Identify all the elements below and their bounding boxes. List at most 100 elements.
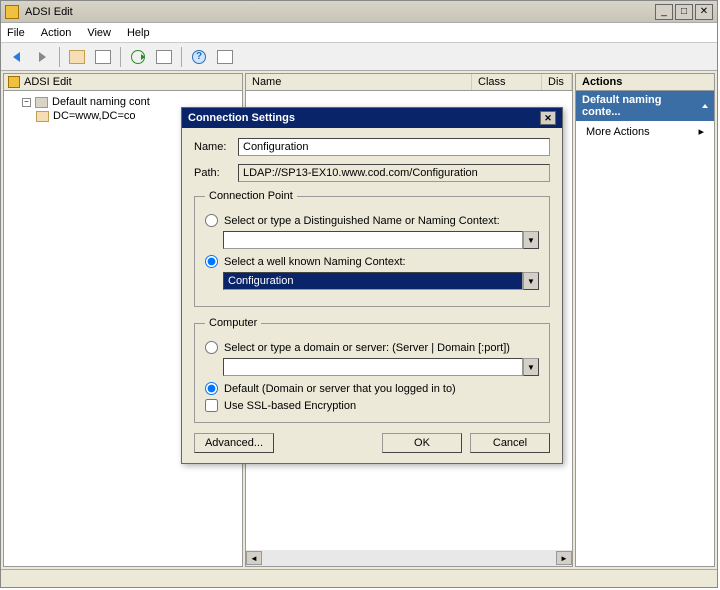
cp-radio-dn[interactable] bbox=[205, 214, 218, 227]
name-label: Name: bbox=[194, 141, 230, 153]
connection-point-group: Connection Point Select or type a Distin… bbox=[194, 190, 550, 307]
comp-radio-default[interactable] bbox=[205, 382, 218, 395]
actions-section-label: Default naming conte... bbox=[582, 94, 702, 118]
menu-file[interactable]: File bbox=[7, 27, 25, 39]
adsi-icon bbox=[8, 76, 20, 88]
container-icon bbox=[35, 97, 48, 108]
name-row: Name: bbox=[194, 138, 550, 156]
refresh-icon bbox=[131, 50, 145, 64]
tree-header: ADSI Edit bbox=[4, 74, 242, 91]
comp-server-combo[interactable]: ▼ bbox=[223, 358, 539, 376]
cp-dn-input[interactable] bbox=[223, 231, 523, 249]
list-header: Name Class Dis bbox=[246, 74, 572, 91]
actions-header: Actions bbox=[576, 74, 714, 91]
dialog-close-button[interactable]: ✕ bbox=[540, 111, 556, 125]
app-icon bbox=[5, 5, 19, 19]
ssl-row: Use SSL-based Encryption bbox=[205, 399, 539, 412]
path-input bbox=[238, 164, 550, 182]
toolbar-separator bbox=[120, 47, 121, 67]
col-name[interactable]: Name bbox=[246, 74, 472, 90]
ssl-checkbox[interactable] bbox=[205, 399, 218, 412]
comp-radio-select[interactable] bbox=[205, 341, 218, 354]
computer-legend: Computer bbox=[205, 317, 261, 329]
tree-node-label: DC=www,DC=co bbox=[53, 110, 136, 122]
path-row: Path: bbox=[194, 164, 550, 182]
back-button[interactable] bbox=[5, 46, 27, 68]
comp-radio-default-label: Default (Domain or server that you logge… bbox=[224, 383, 456, 395]
tree-node-label: Default naming cont bbox=[52, 96, 150, 108]
main-window: ADSI Edit _ □ ✕ File Action View Help ? … bbox=[0, 0, 718, 588]
path-label: Path: bbox=[194, 167, 230, 179]
cp-radio-wellknown-label: Select a well known Naming Context: bbox=[224, 256, 406, 268]
more-actions-item[interactable]: More Actions ▸ bbox=[576, 121, 714, 142]
more-actions-label: More Actions bbox=[586, 126, 650, 138]
comp-radio-default-row: Default (Domain or server that you logge… bbox=[205, 382, 539, 395]
dialog-title: Connection Settings bbox=[188, 112, 295, 124]
forward-button[interactable] bbox=[31, 46, 53, 68]
pane-icon bbox=[95, 50, 111, 64]
scroll-left-button[interactable]: ◄ bbox=[246, 551, 262, 565]
export-icon bbox=[156, 50, 172, 64]
comp-radio-select-label: Select or type a domain or server: (Serv… bbox=[224, 342, 510, 354]
menu-view[interactable]: View bbox=[87, 27, 111, 39]
menu-action[interactable]: Action bbox=[41, 27, 72, 39]
cp-radio-wellknown[interactable] bbox=[205, 255, 218, 268]
ok-button[interactable]: OK bbox=[382, 433, 462, 453]
cp-dn-combo[interactable]: ▼ bbox=[223, 231, 539, 249]
dialog-titlebar: Connection Settings ✕ bbox=[182, 108, 562, 128]
advanced-button[interactable]: Advanced... bbox=[194, 433, 274, 453]
properties-icon bbox=[217, 50, 233, 64]
ssl-label: Use SSL-based Encryption bbox=[224, 400, 356, 412]
window-title: ADSI Edit bbox=[25, 6, 655, 18]
col-dn[interactable]: Dis bbox=[542, 74, 572, 90]
export-button[interactable] bbox=[153, 46, 175, 68]
expander-icon[interactable]: − bbox=[22, 98, 31, 107]
titlebar: ADSI Edit _ □ ✕ bbox=[1, 1, 717, 23]
refresh-button[interactable] bbox=[127, 46, 149, 68]
menu-help[interactable]: Help bbox=[127, 27, 150, 39]
folder-icon bbox=[36, 111, 49, 122]
cp-radio-wellknown-row: Select a well known Naming Context: bbox=[205, 255, 539, 268]
cp-wellknown-value[interactable]: Configuration bbox=[223, 272, 523, 290]
folder-up-icon bbox=[69, 50, 85, 64]
name-input[interactable] bbox=[238, 138, 550, 156]
minimize-button[interactable]: _ bbox=[655, 4, 673, 20]
cancel-button[interactable]: Cancel bbox=[470, 433, 550, 453]
toolbar-separator bbox=[59, 47, 60, 67]
help-icon: ? bbox=[192, 50, 206, 64]
cp-radio-dn-label: Select or type a Distinguished Name or N… bbox=[224, 215, 500, 227]
comp-server-dropdown-button[interactable]: ▼ bbox=[523, 358, 539, 376]
window-controls: _ □ ✕ bbox=[655, 4, 713, 20]
cp-wellknown-dropdown-button[interactable]: ▼ bbox=[523, 272, 539, 290]
cp-radio-dn-row: Select or type a Distinguished Name or N… bbox=[205, 214, 539, 227]
list-hscrollbar[interactable]: ◄ ► bbox=[246, 550, 572, 566]
connection-settings-dialog: Connection Settings ✕ Name: Path: Connec… bbox=[181, 107, 563, 464]
up-button[interactable] bbox=[66, 46, 88, 68]
tree-header-label: ADSI Edit bbox=[24, 76, 72, 88]
arrow-left-icon bbox=[13, 52, 20, 62]
actions-section-heading[interactable]: Default naming conte... bbox=[576, 91, 714, 121]
dialog-button-row: Advanced... OK Cancel bbox=[194, 433, 550, 453]
comp-radio-select-row: Select or type a domain or server: (Serv… bbox=[205, 341, 539, 354]
dialog-body: Name: Path: Connection Point Select or t… bbox=[182, 128, 562, 463]
properties-button[interactable] bbox=[214, 46, 236, 68]
close-button[interactable]: ✕ bbox=[695, 4, 713, 20]
toolbar: ? bbox=[1, 43, 717, 71]
collapse-icon bbox=[702, 104, 708, 108]
arrow-right-icon bbox=[39, 52, 46, 62]
computer-group: Computer Select or type a domain or serv… bbox=[194, 317, 550, 423]
scroll-right-button[interactable]: ► bbox=[556, 551, 572, 565]
menubar: File Action View Help bbox=[1, 23, 717, 43]
cp-wellknown-combo[interactable]: Configuration ▼ bbox=[223, 272, 539, 290]
maximize-button[interactable]: □ bbox=[675, 4, 693, 20]
actions-pane: Actions Default naming conte... More Act… bbox=[575, 73, 715, 567]
help-button[interactable]: ? bbox=[188, 46, 210, 68]
show-hide-button[interactable] bbox=[92, 46, 114, 68]
toolbar-separator bbox=[181, 47, 182, 67]
statusbar bbox=[1, 569, 717, 587]
comp-server-input[interactable] bbox=[223, 358, 523, 376]
cp-dn-dropdown-button[interactable]: ▼ bbox=[523, 231, 539, 249]
chevron-right-icon: ▸ bbox=[698, 125, 704, 138]
col-class[interactable]: Class bbox=[472, 74, 542, 90]
connection-point-legend: Connection Point bbox=[205, 190, 297, 202]
